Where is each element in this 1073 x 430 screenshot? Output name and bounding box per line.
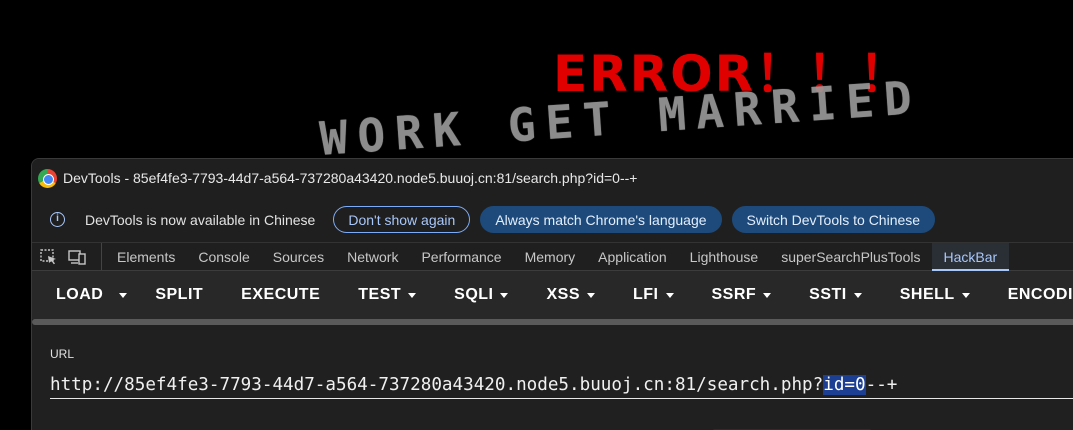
chevron-down-icon — [853, 292, 862, 298]
devtools-tab-bar: Elements Console Sources Network Perform… — [32, 243, 1073, 271]
shell-label: SHELL — [899, 286, 955, 303]
execute-button[interactable]: EXECUTE — [241, 286, 320, 304]
tab-application[interactable]: Application — [587, 243, 679, 270]
ssrf-label: SSRF — [711, 286, 757, 303]
tab-network[interactable]: Network — [336, 243, 410, 270]
url-label: URL — [50, 347, 75, 361]
tab-console[interactable]: Console — [187, 243, 261, 270]
tab-performance[interactable]: Performance — [410, 243, 513, 270]
always-match-language-button[interactable]: Always match Chrome's language — [480, 206, 722, 233]
tab-supersearchplustools[interactable]: superSearchPlusTools — [770, 243, 932, 270]
chevron-down-icon — [961, 292, 970, 298]
test-menu-button[interactable]: TEST — [358, 286, 417, 304]
dont-show-again-button[interactable]: Don't show again — [333, 206, 471, 233]
tab-hackbar[interactable]: HackBar — [931, 243, 1009, 271]
lfi-menu-button[interactable]: LFI — [633, 286, 674, 304]
split-button[interactable]: SPLIT — [155, 286, 203, 304]
load-button[interactable]: LOAD — [56, 286, 103, 304]
devtools-titlebar[interactable]: DevTools - 85ef4fe3-7793-44d7-a564-73728… — [32, 159, 1073, 197]
url-value: http://85ef4fe3-7793-44d7-a564-737280a43… — [50, 374, 898, 395]
load-dropdown-chevron-icon[interactable] — [119, 292, 128, 298]
window-title: DevTools - 85ef4fe3-7793-44d7-a564-73728… — [63, 170, 638, 186]
xss-label: XSS — [546, 286, 580, 303]
sqli-menu-button[interactable]: SQLI — [454, 286, 509, 304]
infobar-message: DevTools is now available in Chinese — [85, 211, 316, 228]
tab-memory[interactable]: Memory — [513, 243, 587, 270]
shell-menu-button[interactable]: SHELL — [900, 286, 970, 304]
ssrf-menu-button[interactable]: SSRF — [712, 286, 772, 304]
devtools-window: DevTools - 85ef4fe3-7793-44d7-a564-73728… — [31, 158, 1073, 430]
chevron-down-icon — [587, 292, 595, 298]
encoding-menu-button[interactable]: ENCODI — [1008, 286, 1073, 304]
chrome-logo-icon — [38, 168, 57, 188]
hackbar-toolbar: LOAD SPLIT EXECUTE TEST SQLI XSS LFI SSR… — [32, 271, 1073, 319]
devtools-tool-icons — [32, 243, 102, 270]
info-icon: i — [50, 212, 65, 227]
device-toolbar-icon[interactable] — [68, 249, 86, 265]
inspect-element-icon[interactable] — [40, 248, 58, 265]
url-prefix: http://85ef4fe3-7793-44d7-a564-737280a43… — [50, 374, 824, 395]
chevron-down-icon — [665, 292, 674, 298]
url-suffix: --+ — [865, 374, 898, 395]
language-infobar: i DevTools is now available in Chinese D… — [32, 197, 1073, 243]
chevron-down-icon — [408, 292, 417, 298]
sqli-label: SQLI — [454, 286, 494, 303]
xss-menu-button[interactable]: XSS — [546, 286, 595, 304]
tab-elements[interactable]: Elements — [102, 243, 187, 270]
tab-lighthouse[interactable]: Lighthouse — [678, 243, 770, 270]
url-input[interactable]: http://85ef4fe3-7793-44d7-a564-737280a43… — [50, 371, 1073, 399]
switch-to-chinese-button[interactable]: Switch DevTools to Chinese — [731, 206, 936, 233]
tab-sources[interactable]: Sources — [261, 243, 335, 270]
ssti-label: SSTI — [809, 286, 847, 303]
url-selected-text: id=0 — [823, 374, 866, 395]
ssti-menu-button[interactable]: SSTI — [809, 286, 862, 304]
chevron-down-icon — [500, 292, 509, 298]
lfi-label: LFI — [633, 286, 659, 303]
url-panel: URL http://85ef4fe3-7793-44d7-a564-73728… — [32, 325, 1073, 430]
chevron-down-icon — [763, 292, 772, 298]
test-label: TEST — [358, 286, 402, 303]
